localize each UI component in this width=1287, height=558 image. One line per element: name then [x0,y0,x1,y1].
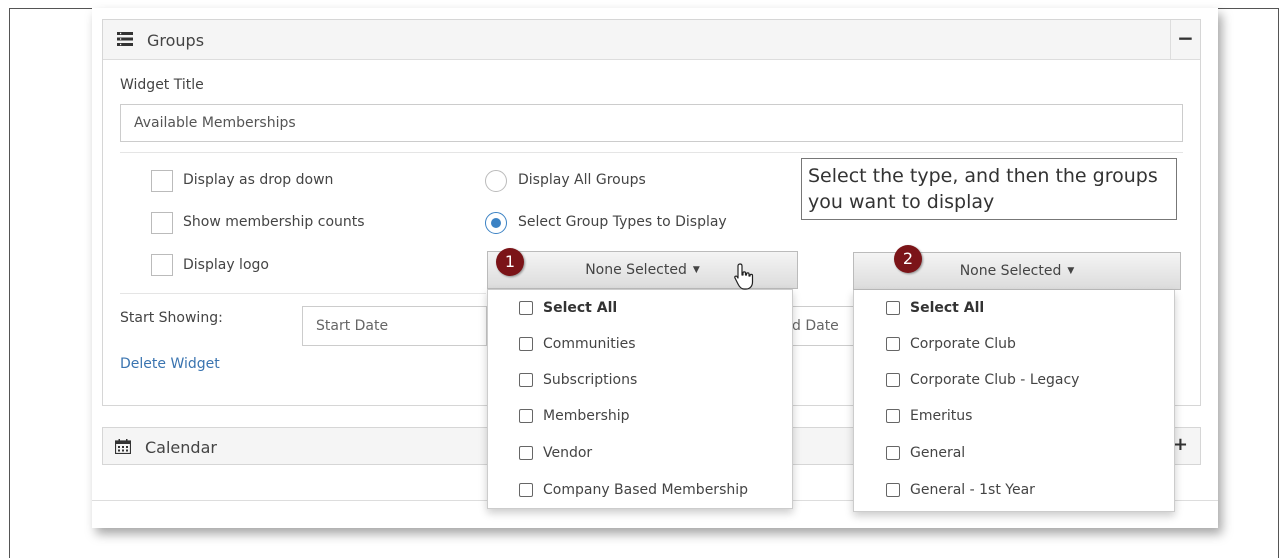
hand-pointer-icon [734,263,754,290]
list-icon [117,32,133,46]
checkbox-icon [519,337,533,351]
checkbox-icon [886,409,900,423]
start-showing-label: Start Showing: [120,310,223,326]
widget-title-input[interactable]: Available Memberships [120,104,1183,142]
menu-item-label: Select All [910,300,985,316]
menu1-item-membership[interactable]: Membership [488,398,823,434]
display-all-groups-label: Display All Groups [518,172,646,188]
step-badge-1: 1 [496,248,524,276]
menu2-item-emeritus[interactable]: Emeritus [854,398,1206,434]
menu-item-label: General - 1st Year [910,482,1035,498]
checkbox-icon [519,373,533,387]
collapse-button[interactable]: − [1170,20,1200,60]
delete-widget-link[interactable]: Delete Widget [120,356,220,372]
menu2-item-general-1st-year[interactable]: General - 1st Year [854,472,1206,508]
calendar-icon [115,439,131,454]
menu2-item-select-all[interactable]: Select All [854,290,1206,326]
checkbox-icon [886,446,900,460]
instruction-callout: Select the type, and then the groups you… [801,158,1177,220]
menu-item-label: Vendor [543,445,593,461]
groups-menu: Select All Corporate Club Corporate Club… [853,290,1175,512]
widget-title-value: Available Memberships [134,115,296,131]
section-divider [120,152,1183,153]
display-logo-label: Display logo [183,257,269,273]
menu-item-label: Emeritus [910,408,973,424]
display-logo-checkbox[interactable] [151,254,173,276]
groups-dropdown-label: None Selected [959,263,1062,279]
group-types-dropdown-label: None Selected [585,262,687,278]
menu-item-label: Company Based Membership [543,482,749,498]
groups-panel-title: Groups [147,31,205,50]
menu-item-label: Membership [543,408,630,424]
menu-item-label: Corporate Club [910,336,1016,352]
menu2-item-corporate-club-legacy[interactable]: Corporate Club - Legacy [854,362,1206,398]
menu-item-label: Subscriptions [543,372,638,388]
checkbox-icon [519,446,533,460]
start-date-placeholder: Start Date [316,318,389,334]
select-group-types-radio[interactable] [485,212,507,234]
checkbox-icon [886,373,900,387]
display-as-drop-down-label: Display as drop down [183,172,334,188]
menu2-item-general[interactable]: General [854,435,1206,471]
groups-panel-header[interactable]: Groups − [103,20,1200,60]
checkbox-icon [886,337,900,351]
checkbox-icon [519,301,533,315]
show-membership-counts-label: Show membership counts [183,214,365,230]
menu-item-label: General [910,445,966,461]
menu1-item-subscriptions[interactable]: Subscriptions [488,362,823,398]
menu-item-label: Select All [543,300,618,316]
menu1-item-communities[interactable]: Communities [488,326,823,362]
display-as-drop-down-checkbox[interactable] [151,170,173,192]
group-types-menu: Select All Communities Subscriptions Mem… [487,289,793,509]
calendar-panel-title: Calendar [145,438,217,457]
row-divider [120,293,486,294]
menu-item-label: Communities [543,336,636,352]
step-badge-2: 2 [894,245,922,273]
menu1-item-vendor[interactable]: Vendor [488,435,823,471]
menu-item-label: Corporate Club - Legacy [910,372,1080,388]
show-membership-counts-checkbox[interactable] [151,212,173,234]
checkbox-icon [886,483,900,497]
start-date-input[interactable]: Start Date [302,306,487,346]
menu1-item-company-based-membership[interactable]: Company Based Membership [488,472,823,508]
checkbox-icon [886,301,900,315]
widget-title-label: Widget Title [120,77,204,93]
menu1-item-select-all[interactable]: Select All [488,290,823,326]
checkbox-icon [519,409,533,423]
caret-down-icon: ▼ [692,265,700,275]
checkbox-icon [519,483,533,497]
display-all-groups-radio[interactable] [485,170,507,192]
menu2-item-corporate-club[interactable]: Corporate Club [854,326,1206,362]
caret-down-icon: ▼ [1067,266,1075,276]
select-group-types-label: Select Group Types to Display [518,214,727,230]
